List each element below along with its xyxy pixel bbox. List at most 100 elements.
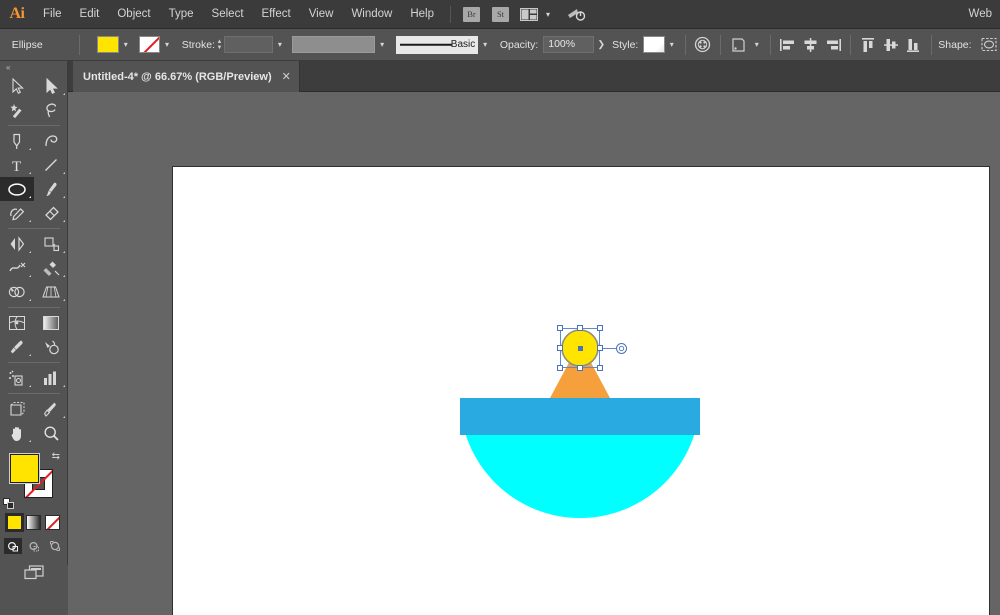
symbol-sprayer-tool[interactable] [0,366,34,390]
stroke-chevron-down-icon[interactable]: ▾ [160,36,174,53]
stroke-swatch[interactable] [139,36,161,53]
screen-mode-button[interactable] [0,564,67,582]
tool-flyout-indicator [29,251,31,253]
scale-tool[interactable] [34,232,68,256]
default-fill-stroke-icon[interactable] [3,498,14,509]
menu-select[interactable]: Select [203,0,253,29]
curvature-tool[interactable] [34,129,68,153]
artboard-tool[interactable] [0,397,34,421]
menu-file[interactable]: File [34,0,71,29]
menu-edit[interactable]: Edit [71,0,109,29]
rotation-widget-icon[interactable] [616,343,627,354]
handle-top-left[interactable] [557,325,563,331]
handle-bottom-left[interactable] [557,365,563,371]
gradient-button[interactable] [26,515,41,530]
width-tool[interactable] [0,256,34,280]
direct-selection-tool[interactable] [34,74,68,98]
collapse-panel-icon[interactable]: « [0,61,67,74]
transparency-icon[interactable] [694,35,713,54]
shaper-tool[interactable] [0,201,34,225]
workspace-name-label[interactable]: Web [969,8,992,20]
document-tab[interactable]: Untitled-4* @ 66.67% (RGB/Preview) ✕ [73,61,300,92]
perspective-grid-tool[interactable] [34,280,68,304]
bridge-button[interactable]: Br [463,7,480,22]
arrange-documents-icon[interactable] [520,8,538,21]
stroke-profile-chevron-down-icon[interactable]: ▾ [375,36,389,53]
zoom-tool[interactable] [34,421,68,445]
close-icon[interactable]: ✕ [282,70,291,83]
draw-behind-button[interactable] [25,538,43,554]
stroke-weight-chevron-down-icon[interactable]: ▾ [273,36,287,53]
swap-fill-stroke-icon[interactable]: ⇆ [52,451,60,462]
opacity-label: Opacity: [500,39,539,51]
align-bottom-icon[interactable] [905,35,924,54]
opacity-input[interactable]: 100% [543,36,594,53]
color-button[interactable] [7,515,22,530]
align-right-icon[interactable] [824,35,843,54]
arrange-chevron-down-icon[interactable]: ▾ [541,6,555,23]
none-button[interactable] [45,515,60,530]
align-left-icon[interactable] [779,35,798,54]
menu-help[interactable]: Help [401,0,443,29]
document-tab-label: Untitled-4* @ 66.67% (RGB/Preview) [83,71,272,83]
document-setup-icon[interactable] [729,35,748,54]
type-tool[interactable]: T [0,153,34,177]
eyedropper-tool[interactable] [0,335,34,359]
canvas-area[interactable] [68,92,1000,615]
graphic-style-swatch[interactable] [643,36,665,53]
stroke-profile-input[interactable] [292,36,376,53]
tool-flyout-indicator [29,275,31,277]
gradient-tool[interactable] [34,311,68,335]
handle-top-right[interactable] [597,325,603,331]
draw-inside-button[interactable] [46,538,64,554]
handle-middle-left[interactable] [557,345,563,351]
free-transform-tool[interactable] [34,256,68,280]
artwork-boat-with-sun[interactable] [173,167,989,615]
workspace-switcher-icon[interactable] [566,7,586,22]
menu-view[interactable]: View [300,0,343,29]
align-vertical-center-icon[interactable] [882,35,901,54]
draw-normal-button[interactable] [4,538,22,554]
brush-definition-select[interactable]: Basic [396,36,478,54]
artboard[interactable] [173,167,989,615]
selection-tool[interactable] [0,74,34,98]
fill-swatch[interactable] [97,36,119,53]
shape-properties-icon[interactable] [979,35,998,54]
control-divider-4 [770,35,771,55]
handle-middle-right[interactable] [597,345,603,351]
align-top-icon[interactable] [859,35,878,54]
fill-chevron-down-icon[interactable]: ▾ [119,36,133,53]
stroke-weight-stepper[interactable]: ▲▼ [215,36,224,53]
align-horizontal-center-icon[interactable] [801,35,820,54]
magic-wand-tool[interactable] [0,98,34,122]
shape-builder-tool[interactable] [0,280,34,304]
handle-bottom-right[interactable] [597,365,603,371]
style-chevron-down-icon[interactable]: ▾ [665,36,679,53]
opacity-expand-icon[interactable]: ❯ [594,36,608,53]
rotate-tool[interactable] [0,232,34,256]
menu-object[interactable]: Object [108,0,159,29]
lasso-tool[interactable] [34,98,68,122]
column-graph-tool[interactable] [34,366,68,390]
mesh-tool[interactable] [0,311,34,335]
stroke-weight-input[interactable] [224,36,273,53]
app-logo-icon: Ai [0,0,34,29]
center-anchor-point[interactable] [578,346,583,351]
document-setup-chevron-down-icon[interactable]: ▾ [750,36,764,53]
menu-effect[interactable]: Effect [253,0,300,29]
eraser-tool[interactable] [34,201,68,225]
line-segment-tool[interactable] [34,153,68,177]
stock-button[interactable]: St [492,7,509,22]
slice-tool[interactable] [34,397,68,421]
brush-chevron-down-icon[interactable]: ▾ [478,36,492,53]
menu-type[interactable]: Type [160,0,203,29]
menu-window[interactable]: Window [342,0,401,29]
pen-tool[interactable] [0,129,34,153]
handle-top-center[interactable] [577,325,583,331]
hand-tool[interactable] [0,421,34,445]
toolbar-fill-swatch[interactable] [10,454,39,483]
ellipse-tool[interactable] [0,177,34,201]
blend-tool[interactable] [34,335,68,359]
handle-bottom-center[interactable] [577,365,583,371]
paintbrush-tool[interactable] [34,177,68,201]
